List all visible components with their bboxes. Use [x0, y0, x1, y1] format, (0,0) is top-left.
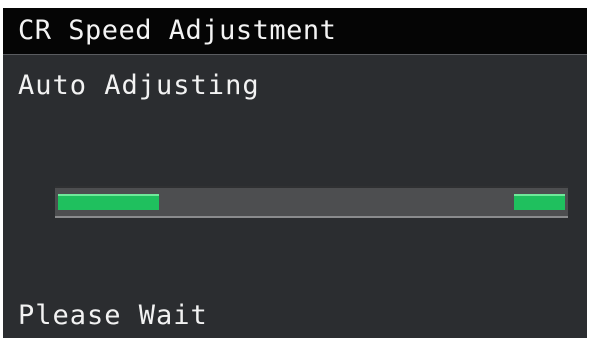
progress-indicator-right — [514, 194, 565, 210]
progress-bar — [55, 186, 568, 218]
status-message: Auto Adjusting — [18, 70, 260, 101]
screen-title: CR Speed Adjustment — [18, 15, 337, 46]
printer-lcd-screen: CR Speed Adjustment Auto Adjusting Pleas… — [3, 8, 587, 338]
title-bar: CR Speed Adjustment — [3, 8, 587, 55]
progress-indicator-left — [58, 194, 159, 210]
wait-message: Please Wait — [18, 300, 208, 331]
